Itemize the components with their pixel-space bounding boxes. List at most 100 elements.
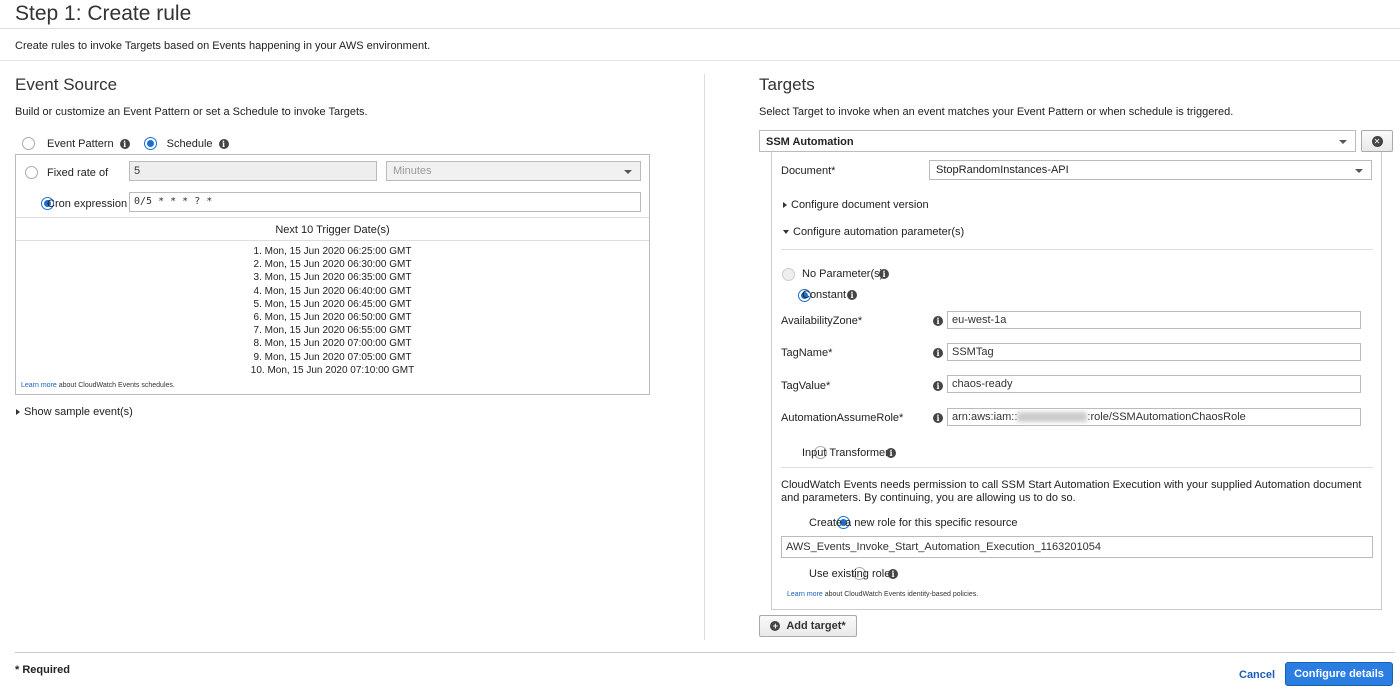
fixed-rate-input[interactable]: 5 [129, 161, 377, 181]
info-icon[interactable]: i [933, 381, 943, 391]
targets-heading: Targets [759, 75, 815, 94]
required-note: * Required [15, 664, 71, 676]
learn-more-text: about CloudWatch Events identity-based p… [824, 591, 979, 598]
chevron-down-icon [1339, 140, 1347, 144]
cron-label: Cron expression [47, 198, 128, 210]
learn-more-link[interactable]: Learn more [787, 591, 823, 598]
configure-version-label: Configure document version [791, 199, 929, 211]
info-icon[interactable]: i [888, 569, 898, 579]
fixed-rate-radio[interactable] [25, 166, 38, 179]
chevron-down-icon [1355, 169, 1363, 173]
plus-icon: + [770, 621, 781, 631]
chevron-down-icon [783, 230, 789, 235]
cron-expression-input[interactable]: 0/5 * * * ? * [129, 192, 641, 212]
role-name-input[interactable]: AWS_Events_Invoke_Start_Automation_Execu… [781, 536, 1373, 558]
constant-label: Constant [802, 289, 847, 301]
chevron-down-icon [624, 170, 632, 174]
chevron-right-icon [783, 202, 787, 209]
schedule-learn-more: Learn more about CloudWatch Events sched… [21, 382, 175, 389]
list-item: 3. Mon, 15 Jun 2020 06:35:00 GMT [253, 272, 412, 284]
configure-details-button[interactable]: Configure details [1285, 662, 1393, 686]
fixed-rate-unit-select[interactable]: Minutes [386, 161, 641, 181]
configure-params-label: Configure automation parameter(s) [793, 226, 965, 238]
targets-description: Select Target to invoke when an event ma… [759, 106, 1234, 118]
show-sample-toggle[interactable]: Show sample event(s) [16, 406, 133, 418]
list-item: 8. Mon, 15 Jun 2020 07:00:00 GMT [253, 338, 412, 350]
title-divider [0, 28, 1400, 29]
role-arn-suffix: :role/SSMAutomationChaosRole [1087, 411, 1246, 423]
tag-value-input[interactable]: chaos-ready [947, 375, 1361, 393]
panel-divider [16, 217, 649, 218]
assume-role-input[interactable]: arn:aws:iam:::role/SSMAutomationChaosRol… [947, 408, 1361, 426]
chevron-right-icon [16, 409, 20, 416]
page-title: Step 1: Create rule [15, 2, 192, 25]
show-sample-label: Show sample event(s) [24, 406, 133, 418]
list-item: 10. Mon, 15 Jun 2020 07:10:00 GMT [250, 364, 415, 376]
list-item: 6. Mon, 15 Jun 2020 06:50:00 GMT [253, 312, 412, 324]
info-icon[interactable]: i [218, 138, 229, 149]
param-label: AutomationAssumeRole* [781, 412, 904, 424]
list-item: 4. Mon, 15 Jun 2020 06:40:00 GMT [253, 285, 412, 297]
info-icon[interactable]: i [933, 316, 943, 326]
no-params-radio[interactable] [782, 268, 795, 281]
list-item: 9. Mon, 15 Jun 2020 07:05:00 GMT [253, 351, 412, 363]
info-icon[interactable]: i [933, 413, 943, 423]
list-item: 2. Mon, 15 Jun 2020 06:30:00 GMT [253, 259, 412, 271]
list-item: 5. Mon, 15 Jun 2020 06:45:00 GMT [253, 298, 412, 310]
remove-target-button[interactable]: ✕ [1361, 130, 1393, 152]
no-params-label: No Parameter(s) [802, 268, 884, 280]
fixed-rate-unit-value: Minutes [393, 165, 432, 177]
list-item: 1. Mon, 15 Jun 2020 06:25:00 GMT [253, 246, 412, 257]
role-arn-prefix: arn:aws:iam:: [952, 411, 1018, 423]
close-icon: ✕ [1371, 135, 1383, 147]
info-icon[interactable]: i [879, 269, 889, 279]
schedule-panel: Fixed rate of 5 Minutes Cron expression … [15, 154, 650, 395]
source-type-radios: Event Pattern i Schedule i [22, 137, 229, 150]
panel-divider [16, 240, 649, 241]
event-pattern-label: Event Pattern [47, 137, 114, 150]
document-select[interactable]: StopRandomInstances-API [929, 160, 1372, 180]
info-icon[interactable]: i [847, 290, 857, 300]
next-dates-header: Next 10 Trigger Date(s) [275, 224, 390, 236]
role-learn-more: Learn more about CloudWatch Events ident… [787, 591, 978, 598]
event-source-heading: Event Source [15, 75, 118, 94]
permission-text: CloudWatch Events needs permission to ca… [781, 479, 1362, 504]
learn-more-text: about CloudWatch Events schedules. [58, 382, 175, 389]
cancel-button[interactable]: Cancel [1239, 669, 1275, 681]
create-role-label: Create a new role for this specific reso… [809, 517, 1018, 529]
event-source-description: Build or customize an Event Pattern or s… [15, 106, 368, 118]
list-item: 7. Mon, 15 Jun 2020 06:55:00 GMT [253, 325, 412, 337]
redacted-account-id [1017, 412, 1088, 423]
footer-divider [15, 652, 1395, 653]
info-icon[interactable]: i [886, 448, 896, 458]
event-pattern-radio[interactable] [22, 137, 35, 150]
info-icon[interactable]: i [933, 348, 943, 358]
use-existing-role-label: Use existing role [809, 568, 891, 580]
target-type-select[interactable]: SSM Automation [759, 130, 1356, 152]
page-subtitle: Create rules to invoke Targets based on … [15, 40, 431, 52]
schedule-radio[interactable] [143, 137, 157, 150]
target-type-value: SSM Automation [766, 136, 854, 148]
next-dates-list: 1. Mon, 15 Jun 2020 06:25:00 GMT 2. Mon,… [16, 245, 649, 377]
section-divider [0, 60, 1400, 61]
tag-name-input[interactable]: SSMTag [947, 343, 1361, 361]
learn-more-link[interactable]: Learn more [21, 382, 57, 389]
add-target-button[interactable]: + Add target* [759, 615, 857, 637]
document-value: StopRandomInstances-API [936, 164, 1069, 176]
param-label: TagValue* [781, 380, 831, 392]
param-label: AvailabilityZone* [781, 315, 863, 327]
column-divider [704, 74, 705, 640]
document-label: Document* [781, 165, 836, 177]
fixed-rate-label: Fixed rate of [47, 167, 109, 179]
permission-divider [781, 467, 1373, 468]
schedule-label: Schedule [166, 137, 213, 150]
info-icon[interactable]: i [119, 138, 130, 149]
configure-params-toggle[interactable]: Configure automation parameter(s) [783, 226, 964, 238]
add-target-label: Add target* [786, 620, 846, 632]
target-config-panel: Document* StopRandomInstances-API Config… [771, 152, 1382, 610]
params-divider [781, 249, 1373, 250]
configure-version-toggle[interactable]: Configure document version [783, 199, 929, 211]
input-transformer-label: Input Transformer [802, 447, 889, 459]
availability-zone-input[interactable]: eu-west-1a [947, 311, 1361, 329]
param-label: TagName* [781, 347, 833, 359]
